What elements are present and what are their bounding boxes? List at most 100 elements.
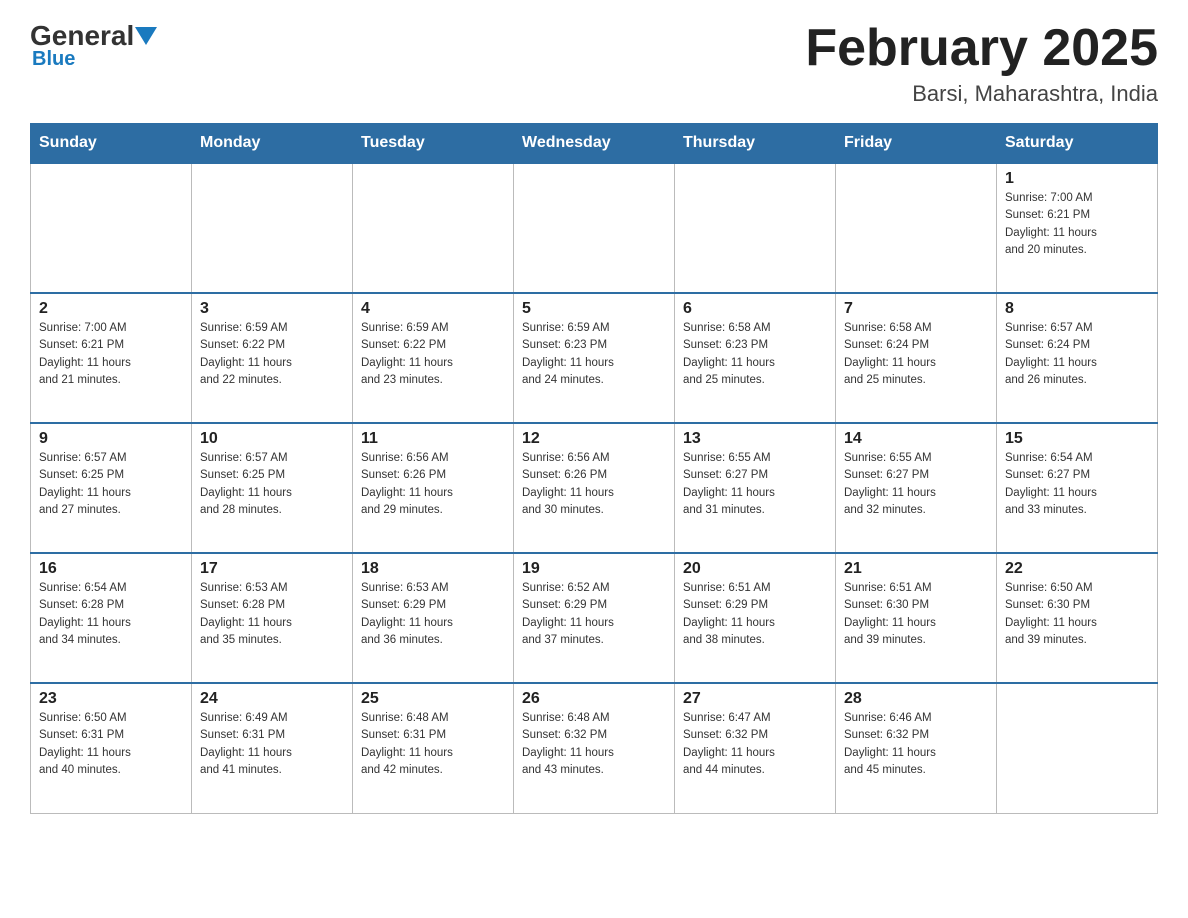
calendar-subtitle: Barsi, Maharashtra, India: [805, 81, 1158, 107]
day-cell: 10Sunrise: 6:57 AM Sunset: 6:25 PM Dayli…: [192, 423, 353, 553]
day-number: 14: [844, 430, 988, 448]
day-info: Sunrise: 6:57 AM Sunset: 6:25 PM Dayligh…: [39, 450, 183, 519]
day-cell: 21 Sunrise: 6:51 AM Sunset: 6:30 PM Dayli…: [836, 553, 997, 683]
day-number: 22: [1005, 560, 1149, 578]
day-cell: 8Sunrise: 6:57 AM Sunset: 6:24 PM Daylig…: [997, 293, 1158, 423]
week-row-4: 16 Sunrise: 6:54 AM Sunset: 6:28 PM Dayli…: [31, 553, 1158, 683]
col-header-friday: Friday: [836, 124, 997, 164]
day-info: Sunrise: 6:51 AM Sunset: 6:30 PM Dayligh…: [844, 580, 988, 649]
day-number: 21: [844, 560, 988, 578]
day-cell: 15 Sunrise: 6:54 AM Sunset: 6:27 PM Dayli…: [997, 423, 1158, 553]
day-cell: 22 Sunrise: 6:50 AM Sunset: 6:30 PM Dayli…: [997, 553, 1158, 683]
day-number: 23: [39, 690, 183, 708]
day-info: Sunrise: 6:53 AM Sunset: 6:28 PM Dayligh…: [200, 580, 344, 649]
day-cell: 11 Sunrise: 6:56 AM Sunset: 6:26 PM Dayli…: [353, 423, 514, 553]
calendar-title: February 2025: [805, 20, 1158, 77]
day-info: Sunrise: 6:47 AM Sunset: 6:32 PM Dayligh…: [683, 710, 827, 779]
day-number: 4: [361, 300, 505, 318]
week-row-1: 1 Sunrise: 7:00 AM Sunset: 6:21 PM Daylig…: [31, 163, 1158, 293]
col-header-thursday: Thursday: [675, 124, 836, 164]
day-number: 16: [39, 560, 183, 578]
day-info: Sunrise: 6:58 AM Sunset: 6:23 PM Dayligh…: [683, 320, 827, 389]
day-number: 17: [200, 560, 344, 578]
day-info: Sunrise: 6:48 AM Sunset: 6:31 PM Dayligh…: [361, 710, 505, 779]
col-header-monday: Monday: [192, 124, 353, 164]
week-row-3: 9 Sunrise: 6:57 AM Sunset: 6:25 PM Daylig…: [31, 423, 1158, 553]
day-info: Sunrise: 6:54 AM Sunset: 6:27 PM Dayligh…: [1005, 450, 1149, 519]
day-info: Sunrise: 6:56 AM Sunset: 6:26 PM Dayligh…: [361, 450, 505, 519]
day-info: Sunrise: 6:53 AM Sunset: 6:29 PM Dayligh…: [361, 580, 505, 649]
day-number: 5: [522, 300, 666, 318]
day-cell: 1 Sunrise: 7:00 AM Sunset: 6:21 PM Daylig…: [997, 163, 1158, 293]
day-cell: 9 Sunrise: 6:57 AM Sunset: 6:25 PM Daylig…: [31, 423, 192, 553]
day-cell: 3 Sunrise: 6:59 AM Sunset: 6:22 PM Daylig…: [192, 293, 353, 423]
day-cell: [192, 163, 353, 293]
day-number: 10: [200, 430, 344, 448]
day-info: Sunrise: 6:59 AM Sunset: 6:22 PM Dayligh…: [361, 320, 505, 389]
day-cell: 2 Sunrise: 7:00 AM Sunset: 6:21 PM Daylig…: [31, 293, 192, 423]
day-cell: 6 Sunrise: 6:58 AM Sunset: 6:23 PM Daylig…: [675, 293, 836, 423]
logo-blue-text: Blue: [32, 48, 75, 71]
col-header-tuesday: Tuesday: [353, 124, 514, 164]
week-row-5: 23 Sunrise: 6:50 AM Sunset: 6:31 PM Dayli…: [31, 683, 1158, 813]
day-info: Sunrise: 7:00 AM Sunset: 6:21 PM Dayligh…: [39, 320, 183, 389]
day-number: 12: [522, 430, 666, 448]
day-number: 28: [844, 690, 988, 708]
day-cell: [675, 163, 836, 293]
day-number: 7: [844, 300, 988, 318]
page-header: General Blue February 2025 Barsi, Mahara…: [30, 20, 1158, 107]
day-info: Sunrise: 6:56 AM Sunset: 6:26 PM Dayligh…: [522, 450, 666, 519]
day-info: Sunrise: 6:54 AM Sunset: 6:28 PM Dayligh…: [39, 580, 183, 649]
day-number: 25: [361, 690, 505, 708]
day-cell: 23 Sunrise: 6:50 AM Sunset: 6:31 PM Dayli…: [31, 683, 192, 813]
calendar-header-row: SundayMondayTuesdayWednesdayThursdayFrid…: [31, 124, 1158, 164]
day-cell: [31, 163, 192, 293]
day-cell: 4 Sunrise: 6:59 AM Sunset: 6:22 PM Daylig…: [353, 293, 514, 423]
day-cell: 5 Sunrise: 6:59 AM Sunset: 6:23 PM Daylig…: [514, 293, 675, 423]
week-row-2: 2 Sunrise: 7:00 AM Sunset: 6:21 PM Daylig…: [31, 293, 1158, 423]
day-info: Sunrise: 6:46 AM Sunset: 6:32 PM Dayligh…: [844, 710, 988, 779]
logo-triangle-icon: [135, 27, 157, 45]
day-cell: [836, 163, 997, 293]
day-info: Sunrise: 6:59 AM Sunset: 6:23 PM Dayligh…: [522, 320, 666, 389]
day-number: 13: [683, 430, 827, 448]
day-info: Sunrise: 6:58 AM Sunset: 6:24 PM Dayligh…: [844, 320, 988, 389]
day-cell: 7 Sunrise: 6:58 AM Sunset: 6:24 PM Daylig…: [836, 293, 997, 423]
day-number: 3: [200, 300, 344, 318]
day-info: Sunrise: 6:52 AM Sunset: 6:29 PM Dayligh…: [522, 580, 666, 649]
day-number: 26: [522, 690, 666, 708]
day-info: Sunrise: 6:50 AM Sunset: 6:31 PM Dayligh…: [39, 710, 183, 779]
calendar-table: SundayMondayTuesdayWednesdayThursdayFrid…: [30, 123, 1158, 814]
day-info: Sunrise: 6:55 AM Sunset: 6:27 PM Dayligh…: [844, 450, 988, 519]
day-cell: 25 Sunrise: 6:48 AM Sunset: 6:31 PM Dayli…: [353, 683, 514, 813]
day-number: 15: [1005, 430, 1149, 448]
day-info: Sunrise: 6:50 AM Sunset: 6:30 PM Dayligh…: [1005, 580, 1149, 649]
col-header-sunday: Sunday: [31, 124, 192, 164]
day-cell: 26Sunrise: 6:48 AM Sunset: 6:32 PM Dayli…: [514, 683, 675, 813]
day-info: Sunrise: 6:51 AM Sunset: 6:29 PM Dayligh…: [683, 580, 827, 649]
day-number: 2: [39, 300, 183, 318]
day-cell: 16 Sunrise: 6:54 AM Sunset: 6:28 PM Dayli…: [31, 553, 192, 683]
day-cell: 19 Sunrise: 6:52 AM Sunset: 6:29 PM Dayli…: [514, 553, 675, 683]
day-info: Sunrise: 7:00 AM Sunset: 6:21 PM Dayligh…: [1005, 190, 1149, 259]
day-cell: 17 Sunrise: 6:53 AM Sunset: 6:28 PM Dayli…: [192, 553, 353, 683]
day-number: 11: [361, 430, 505, 448]
day-cell: [997, 683, 1158, 813]
day-cell: 18 Sunrise: 6:53 AM Sunset: 6:29 PM Dayli…: [353, 553, 514, 683]
day-number: 1: [1005, 170, 1149, 188]
logo: General Blue: [30, 20, 158, 71]
title-area: February 2025 Barsi, Maharashtra, India: [805, 20, 1158, 107]
day-info: Sunrise: 6:55 AM Sunset: 6:27 PM Dayligh…: [683, 450, 827, 519]
day-cell: 20Sunrise: 6:51 AM Sunset: 6:29 PM Dayli…: [675, 553, 836, 683]
day-number: 19: [522, 560, 666, 578]
day-cell: 28 Sunrise: 6:46 AM Sunset: 6:32 PM Dayli…: [836, 683, 997, 813]
day-cell: [514, 163, 675, 293]
day-number: 9: [39, 430, 183, 448]
day-number: 6: [683, 300, 827, 318]
day-cell: 14 Sunrise: 6:55 AM Sunset: 6:27 PM Dayli…: [836, 423, 997, 553]
day-number: 8: [1005, 300, 1149, 318]
day-number: 18: [361, 560, 505, 578]
day-info: Sunrise: 6:59 AM Sunset: 6:22 PM Dayligh…: [200, 320, 344, 389]
day-info: Sunrise: 6:49 AM Sunset: 6:31 PM Dayligh…: [200, 710, 344, 779]
day-cell: 12 Sunrise: 6:56 AM Sunset: 6:26 PM Dayli…: [514, 423, 675, 553]
